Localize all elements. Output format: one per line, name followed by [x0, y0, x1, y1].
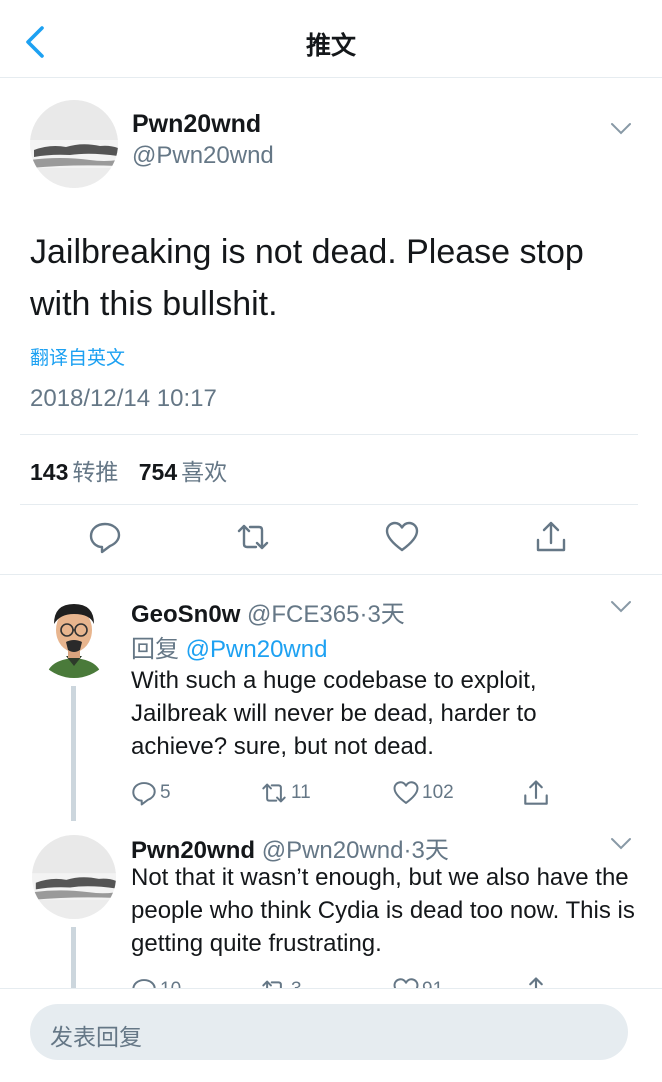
author-name[interactable]: Pwn20wnd: [132, 110, 261, 139]
tweet-text: Jailbreaking is not dead. Please stop wi…: [30, 233, 584, 323]
reply-author-handle[interactable]: @FCE365: [247, 601, 359, 628]
share-action[interactable]: [522, 778, 553, 808]
like-count: 102: [422, 782, 454, 803]
reply-time: 3天: [411, 837, 449, 864]
reply-icon[interactable]: [88, 520, 122, 554]
like-heart-icon[interactable]: [393, 780, 419, 806]
mention-link[interactable]: @Pwn20wnd: [186, 636, 328, 663]
like-heart-icon[interactable]: [385, 520, 419, 554]
retweet-count: 11: [291, 782, 311, 803]
avatar[interactable]: [32, 835, 116, 919]
retweet-action[interactable]: 11: [260, 778, 311, 808]
reply-text: Not that it wasn’t enough, but we also h…: [131, 864, 635, 957]
divider: [20, 434, 638, 435]
page-title: 推文: [305, 31, 356, 60]
avatar[interactable]: [32, 594, 116, 678]
chevron-down-icon[interactable]: [610, 837, 632, 851]
chevron-down-icon[interactable]: [610, 122, 632, 136]
translate-link[interactable]: 翻译自英文: [30, 343, 125, 370]
tweet-actions: [0, 520, 662, 560]
reply-action[interactable]: 5: [131, 778, 171, 808]
retweet-count[interactable]: 143: [30, 459, 68, 485]
chevron-down-icon[interactable]: [610, 600, 632, 614]
reply-input[interactable]: 发表回复: [30, 1004, 628, 1060]
thread-line: [71, 686, 76, 821]
reply-prefix: 回复: [131, 636, 179, 663]
timestamp: 2018/12/14 10:17: [30, 385, 217, 412]
like-label[interactable]: 喜欢: [181, 460, 227, 486]
reply-header: GeoSn0w @FCE365·3天: [131, 594, 405, 629]
retweet-icon[interactable]: [260, 780, 288, 806]
avatar[interactable]: [30, 100, 118, 188]
author-handle[interactable]: @Pwn20wnd: [132, 142, 274, 170]
divider: [0, 574, 662, 575]
reply-composer-bar: 发表回复: [0, 988, 662, 1082]
divider: [20, 504, 638, 505]
share-icon[interactable]: [534, 520, 568, 554]
thread-line: [71, 927, 76, 997]
tweet-stats: 143 转推 754 喜欢: [30, 453, 241, 487]
replying-to: 回复 @Pwn20wnd: [131, 629, 327, 664]
retweet-label[interactable]: 转推: [72, 460, 118, 486]
reply-text: With such a huge codebase to exploit, Ja…: [131, 667, 537, 760]
retweet-icon[interactable]: [236, 520, 270, 554]
like-count[interactable]: 754: [139, 459, 177, 485]
share-icon[interactable]: [522, 779, 550, 807]
reply-count: 5: [160, 782, 171, 803]
like-action[interactable]: 102: [393, 778, 454, 808]
reply-header: Pwn20wnd @Pwn20wnd·3天: [131, 830, 449, 865]
nav-bar: 推文: [0, 0, 662, 78]
reply-author-name[interactable]: Pwn20wnd: [131, 837, 255, 864]
reply-icon[interactable]: [131, 780, 157, 806]
reply-author-name[interactable]: GeoSn0w: [131, 601, 240, 628]
reply-author-handle[interactable]: @Pwn20wnd: [262, 837, 404, 864]
reply-input-placeholder: 发表回复: [50, 1025, 142, 1051]
reply-time: 3天: [367, 601, 405, 628]
